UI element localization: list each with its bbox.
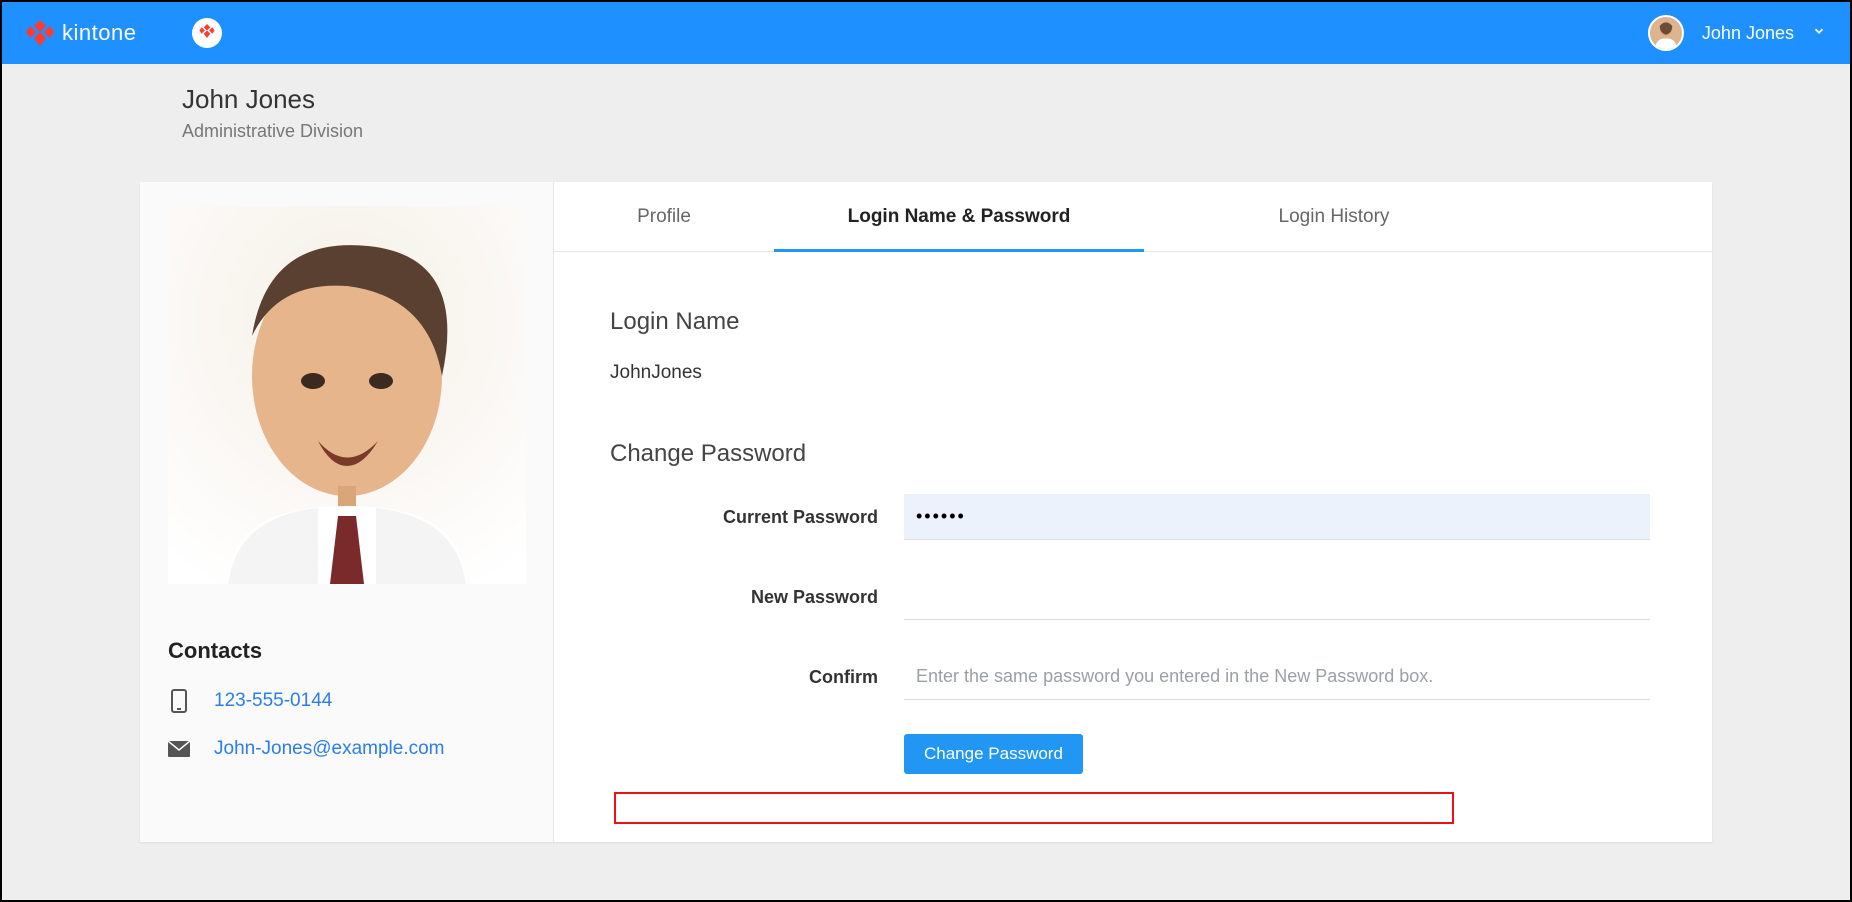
confirm-password-label: Confirm: [610, 667, 904, 688]
topbar: kintone John Jones: [2, 2, 1850, 64]
user-menu[interactable]: John Jones: [1648, 15, 1826, 51]
contacts-heading: Contacts: [168, 638, 525, 664]
highlight-annotation: [614, 792, 1454, 824]
user-name-label: John Jones: [1702, 23, 1794, 44]
topbar-left: kintone: [26, 18, 222, 48]
email-link[interactable]: John-Jones@example.com: [214, 738, 445, 760]
confirm-password-input[interactable]: [904, 654, 1650, 700]
current-password-input[interactable]: [904, 494, 1650, 540]
current-password-row: Current Password: [610, 494, 1656, 540]
tab-bar: Profile Login Name & Password Login Hist…: [554, 182, 1712, 252]
new-password-label: New Password: [610, 587, 904, 608]
kintone-logo-icon: [26, 20, 54, 46]
new-password-input[interactable]: [904, 574, 1650, 620]
contact-email-row: John-Jones@example.com: [168, 738, 525, 760]
page-header: John Jones Administrative Division: [2, 64, 1850, 150]
avatar: [1648, 15, 1684, 51]
brand-logo[interactable]: kintone: [26, 20, 136, 46]
contact-phone-row: 123-555-0144: [168, 688, 525, 714]
brand-name: kintone: [62, 20, 136, 46]
chevron-down-icon: [1812, 24, 1826, 43]
profile-sidebar: Contacts 123-555-0144 John-Jones@example…: [140, 182, 554, 842]
new-password-row: New Password: [610, 574, 1656, 620]
page-title: John Jones: [182, 84, 1850, 115]
page-subtitle: Administrative Division: [182, 121, 1850, 142]
phone-link[interactable]: 123-555-0144: [214, 690, 332, 712]
tab-login-history[interactable]: Login History: [1144, 182, 1524, 251]
main-card: Contacts 123-555-0144 John-Jones@example…: [140, 182, 1712, 842]
login-name-heading: Login Name: [610, 308, 1656, 336]
confirm-password-row: Confirm: [610, 654, 1656, 700]
current-password-label: Current Password: [610, 507, 904, 528]
home-button[interactable]: [192, 18, 222, 48]
login-name-value: JohnJones: [610, 362, 1656, 384]
change-password-heading: Change Password: [610, 440, 1656, 468]
button-row: Change Password: [610, 734, 1656, 774]
tab-login-password[interactable]: Login Name & Password: [774, 182, 1144, 251]
phone-icon: [168, 688, 190, 714]
change-password-button[interactable]: Change Password: [904, 734, 1083, 774]
profile-main: Profile Login Name & Password Login Hist…: [554, 182, 1712, 842]
tab-content: Login Name JohnJones Change Password Cur…: [554, 252, 1712, 814]
email-icon: [168, 741, 190, 757]
kintone-small-icon: [199, 24, 215, 43]
tab-profile[interactable]: Profile: [554, 182, 774, 251]
profile-photo: [168, 206, 526, 584]
